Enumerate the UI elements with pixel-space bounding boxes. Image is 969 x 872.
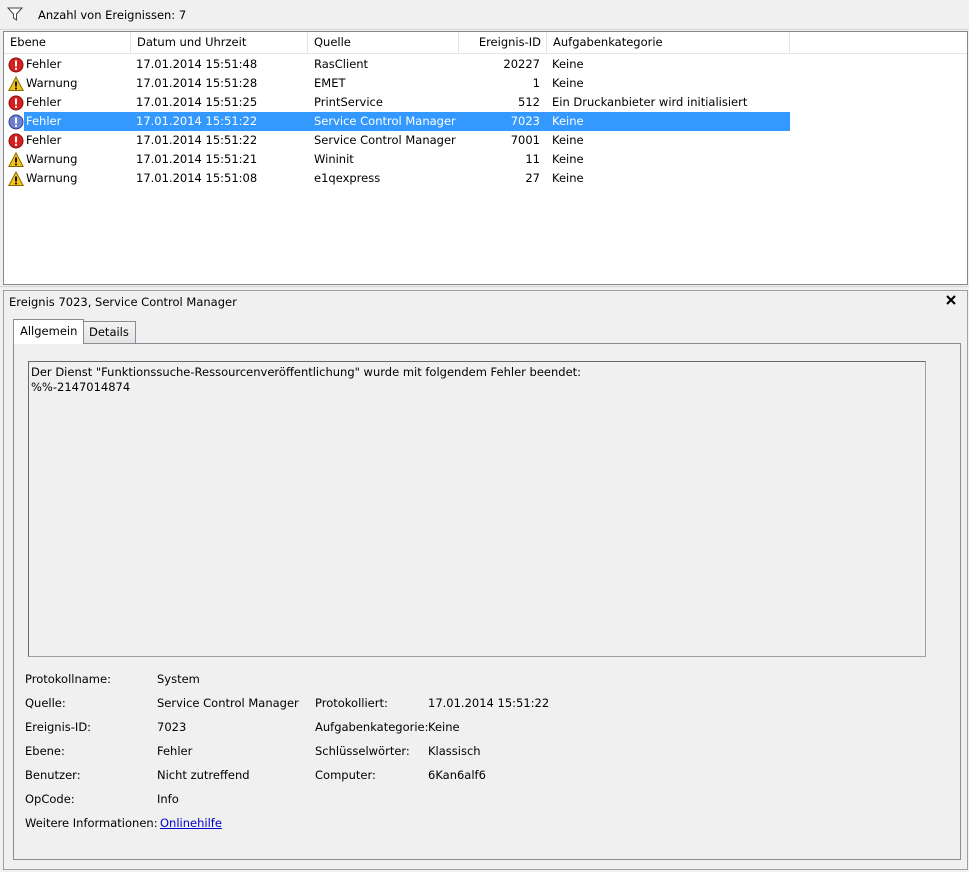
label-logged: Protokolliert: — [315, 696, 388, 710]
cell-event-id: 1 — [532, 76, 540, 90]
label-user: Benutzer: — [25, 768, 81, 782]
value-keywords: Klassisch — [428, 744, 481, 758]
detail-title: Ereignis 7023, Service Control Manager — [9, 295, 237, 309]
event-count: Anzahl von Ereignissen: 7 — [38, 8, 187, 22]
message-line: Der Dienst "Funktionssuche-Ressourcenver… — [31, 365, 582, 379]
cell-source: PrintService — [314, 95, 383, 109]
cell-event-id: 11 — [525, 152, 540, 166]
table-row[interactable]: Fehler 17.01.2014 15:51:48 RasClient 202… — [5, 55, 790, 74]
event-detail-pane: Ereignis 7023, Service Control Manager A… — [3, 290, 968, 870]
value-computer: 6Kan6alf6 — [428, 768, 486, 782]
cell-date: 17.01.2014 15:51:22 — [136, 114, 258, 128]
column-header-level[interactable]: Ebene — [4, 32, 131, 54]
label-source: Quelle: — [25, 696, 66, 710]
column-header-task-category[interactable]: Aufgabenkategorie — [547, 32, 790, 54]
cell-task-category: Keine — [552, 133, 584, 147]
cell-task-category: Keine — [552, 57, 584, 71]
cell-event-id: 7001 — [510, 133, 540, 147]
label-computer: Computer: — [315, 768, 376, 782]
label-event-id: Ereignis-ID: — [25, 720, 92, 734]
label-level: Ebene: — [25, 744, 65, 758]
cell-task-category: Keine — [552, 171, 584, 185]
value-event-id: 7023 — [157, 720, 187, 734]
tab-details[interactable]: Details — [82, 321, 136, 344]
tab-panel-general: Der Dienst "Funktionssuche-Ressourcenver… — [13, 343, 961, 860]
cell-level: Fehler — [26, 114, 62, 128]
message-line: %%-2147014874 — [31, 380, 131, 394]
cell-task-category: Keine — [552, 76, 584, 90]
column-header-event-id[interactable]: Ereignis-ID — [459, 32, 547, 54]
error-icon — [8, 95, 24, 111]
cell-date: 17.01.2014 15:51:22 — [136, 133, 258, 147]
cell-event-id: 7023 — [510, 114, 540, 128]
cell-level: Warnung — [26, 171, 78, 185]
table-row[interactable]: Warnung 17.01.2014 15:51:08 e1qexpress 2… — [5, 169, 790, 188]
warning-icon — [8, 171, 24, 186]
value-logged: 17.01.2014 15:51:22 — [428, 696, 550, 710]
toolbar: Anzahl von Ereignissen: 7 — [0, 0, 969, 30]
table-row[interactable]: Fehler 17.01.2014 15:51:22 Service Contr… — [5, 131, 790, 150]
value-log-name: System — [157, 672, 200, 686]
label-log-name: Protokollname: — [25, 672, 111, 686]
cell-date: 17.01.2014 15:51:48 — [136, 57, 258, 71]
cell-event-id: 27 — [525, 171, 540, 185]
value-opcode: Info — [157, 792, 179, 806]
warning-icon — [8, 152, 24, 167]
table-row[interactable]: Warnung 17.01.2014 15:51:28 EMET 1 Keine — [5, 74, 790, 93]
cell-level: Warnung — [26, 76, 78, 90]
value-task-category: Keine — [428, 720, 460, 734]
label-keywords: Schlüsselwörter: — [315, 744, 410, 758]
cell-event-id: 512 — [518, 95, 540, 109]
cell-level: Fehler — [26, 57, 62, 71]
event-message-box[interactable]: Der Dienst "Funktionssuche-Ressourcenver… — [28, 361, 926, 657]
cell-date: 17.01.2014 15:51:25 — [136, 95, 258, 109]
table-row[interactable]: Fehler 17.01.2014 15:51:25 PrintService … — [5, 93, 790, 112]
column-header-date[interactable]: Datum und Uhrzeit — [131, 32, 308, 54]
cell-source: Service Control Manager — [314, 114, 456, 128]
column-header-source[interactable]: Quelle — [308, 32, 459, 54]
cell-source: e1qexpress — [314, 171, 381, 185]
cell-source: RasClient — [314, 57, 369, 71]
table-row-selected[interactable]: Fehler 17.01.2014 15:51:22 Service Contr… — [5, 112, 790, 131]
close-icon[interactable] — [945, 294, 957, 306]
error-icon — [8, 114, 24, 130]
tab-allgemein[interactable]: Allgemein — [13, 319, 85, 344]
cell-date: 17.01.2014 15:51:28 — [136, 76, 258, 90]
label-more-info: Weitere Informationen: — [25, 816, 158, 830]
warning-icon — [8, 76, 24, 91]
label-opcode: OpCode: — [25, 792, 75, 806]
cell-source: Wininit — [314, 152, 354, 166]
cell-date: 17.01.2014 15:51:21 — [136, 152, 258, 166]
cell-level: Fehler — [26, 133, 62, 147]
cell-task-category: Keine — [552, 114, 584, 128]
label-task-category: Aufgabenkategorie: — [315, 720, 429, 734]
cell-level: Warnung — [26, 152, 78, 166]
online-help-link[interactable]: Onlinehilfe — [160, 816, 222, 830]
cell-level: Fehler — [26, 95, 62, 109]
grid-header: Ebene Datum und Uhrzeit Quelle Ereignis-… — [4, 32, 967, 54]
cell-source: EMET — [314, 76, 346, 90]
filter-icon[interactable] — [7, 7, 23, 21]
value-source: Service Control Manager — [157, 696, 299, 710]
error-icon — [8, 133, 24, 149]
error-icon — [8, 57, 24, 73]
value-level: Fehler — [157, 744, 193, 758]
cell-date: 17.01.2014 15:51:08 — [136, 171, 258, 185]
cell-source: Service Control Manager — [314, 133, 456, 147]
event-list[interactable]: Ebene Datum und Uhrzeit Quelle Ereignis-… — [3, 31, 968, 285]
cell-task-category: Keine — [552, 152, 584, 166]
cell-event-id: 20227 — [503, 57, 540, 71]
table-row[interactable]: Warnung 17.01.2014 15:51:21 Wininit 11 K… — [5, 150, 790, 169]
cell-task-category: Ein Druckanbieter wird initialisiert — [552, 95, 748, 109]
value-user: Nicht zutreffend — [157, 768, 250, 782]
